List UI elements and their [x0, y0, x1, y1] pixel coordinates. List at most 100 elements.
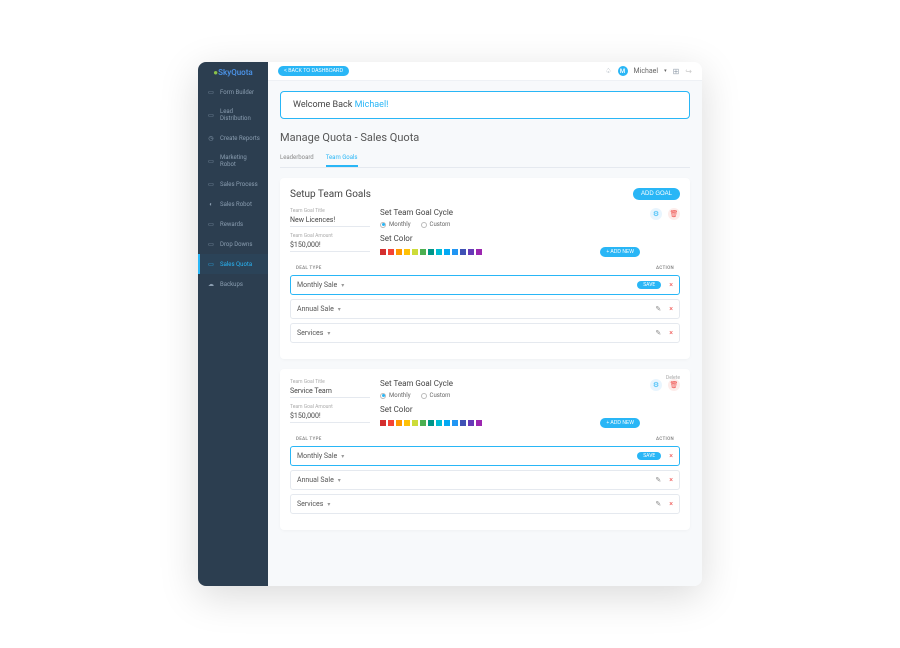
card-title: Setup Team Goals: [290, 189, 371, 200]
topbar-right: ♤ M Michael ▾ ⊞ ↪: [605, 66, 692, 76]
add-new-button[interactable]: + ADD NEW: [600, 418, 640, 428]
field-label: Team Goal Amount: [290, 233, 370, 239]
color-swatch[interactable]: [468, 249, 474, 255]
goal-amount-input[interactable]: $150,000!: [290, 241, 370, 252]
sidebar-item-label: Rewards: [220, 221, 243, 228]
user-name[interactable]: Michael: [634, 67, 659, 75]
color-swatch[interactable]: [452, 420, 458, 426]
deal-row[interactable]: Annual Sale▾ ✎ ×: [290, 470, 680, 490]
color-swatch[interactable]: [396, 249, 402, 255]
delete-link[interactable]: Delete: [666, 375, 680, 381]
deal-row[interactable]: Monthly Sale▾ SAVE ×: [290, 275, 680, 295]
sidebar-item-sales-quota[interactable]: ▭ Sales Quota: [198, 254, 268, 274]
save-button[interactable]: SAVE: [637, 281, 661, 289]
sidebar-item-backups[interactable]: ☁ Backups: [198, 274, 268, 294]
sidebar-item-drop-downs[interactable]: ▭ Drop Downs: [198, 234, 268, 254]
tab-leaderboard[interactable]: Leaderboard: [280, 154, 314, 167]
trash-icon[interactable]: 🗑: [668, 208, 680, 220]
quota-icon: ▭: [207, 260, 215, 268]
gear-icon[interactable]: ⚙: [650, 208, 662, 220]
color-swatch[interactable]: [404, 420, 410, 426]
color-swatch[interactable]: [428, 420, 434, 426]
color-swatch[interactable]: [420, 420, 426, 426]
color-swatch[interactable]: [476, 420, 482, 426]
close-icon[interactable]: ×: [669, 476, 673, 484]
color-swatch[interactable]: [428, 249, 434, 255]
close-icon[interactable]: ×: [669, 500, 673, 508]
add-new-button[interactable]: + ADD NEW: [600, 247, 640, 257]
edit-icon[interactable]: ✎: [655, 476, 661, 484]
goal-title-input[interactable]: New Licences!: [290, 216, 370, 227]
color-swatch[interactable]: [380, 249, 386, 255]
avatar[interactable]: M: [618, 66, 628, 76]
add-goal-button[interactable]: ADD GOAL: [633, 188, 680, 200]
deal-row[interactable]: Monthly Sale▾ SAVE ×: [290, 446, 680, 466]
deal-row[interactable]: Services▾ ✎ ×: [290, 323, 680, 343]
color-swatch[interactable]: [396, 420, 402, 426]
sidebar-item-lead-distribution[interactable]: ▭ Lead Distribution: [198, 102, 268, 128]
color-swatch[interactable]: [436, 249, 442, 255]
edit-icon[interactable]: ✎: [655, 305, 661, 313]
radio-monthly[interactable]: Monthly: [380, 392, 411, 399]
color-swatch[interactable]: [412, 249, 418, 255]
edit-icon[interactable]: ✎: [655, 329, 661, 337]
close-icon[interactable]: ×: [669, 329, 673, 337]
sidebar-item-rewards[interactable]: ▭ Rewards: [198, 214, 268, 234]
color-swatch[interactable]: [476, 249, 482, 255]
sidebar-item-label: Lead Distribution: [220, 108, 261, 122]
page-title: Manage Quota - Sales Quota: [280, 131, 690, 144]
close-icon[interactable]: ×: [669, 281, 673, 289]
field-label: Team Goal Amount: [290, 404, 370, 410]
radio-monthly[interactable]: Monthly: [380, 221, 411, 228]
color-swatch[interactable]: [388, 249, 394, 255]
deal-row[interactable]: Annual Sale▾ ✎ ×: [290, 299, 680, 319]
color-swatch[interactable]: [380, 420, 386, 426]
tab-team-goals[interactable]: Team Goals: [326, 154, 358, 167]
chevron-down-icon[interactable]: ▾: [664, 68, 667, 74]
chevron-down-icon: ▾: [327, 501, 330, 508]
sidebar-item-create-reports[interactable]: ◷ Create Reports: [198, 128, 268, 148]
back-to-dashboard-button[interactable]: < BACK TO DASHBOARD: [278, 66, 349, 76]
sidebar-item-marketing-robot[interactable]: ▭ Marketing Robot: [198, 148, 268, 174]
apps-icon[interactable]: ⊞: [673, 67, 680, 76]
radio-custom[interactable]: Custom: [421, 221, 451, 228]
brand-logo[interactable]: ●SkyQuota: [198, 62, 268, 82]
color-swatch[interactable]: [436, 420, 442, 426]
color-swatch[interactable]: [452, 249, 458, 255]
robot-icon: ◐: [207, 200, 215, 208]
color-swatch[interactable]: [460, 420, 466, 426]
radio-icon: [380, 393, 386, 399]
close-icon[interactable]: ×: [669, 305, 673, 313]
radio-custom[interactable]: Custom: [421, 392, 451, 399]
logout-icon[interactable]: ↪: [685, 67, 692, 76]
chevron-down-icon: ▾: [338, 477, 341, 484]
radio-icon: [421, 222, 427, 228]
goal-amount-input[interactable]: $150,000!: [290, 412, 370, 423]
bell-icon[interactable]: ♤: [605, 67, 611, 75]
sidebar-item-form-builder[interactable]: ▭ Form Builder: [198, 82, 268, 102]
color-swatch[interactable]: [444, 249, 450, 255]
radio-icon: [421, 393, 427, 399]
color-swatch[interactable]: [444, 420, 450, 426]
form-icon: ▭: [207, 88, 215, 96]
edit-icon[interactable]: ✎: [655, 500, 661, 508]
color-swatch[interactable]: [404, 249, 410, 255]
color-swatch[interactable]: [460, 249, 466, 255]
close-icon[interactable]: ×: [669, 452, 673, 460]
sidebar-item-label: Sales Quota: [220, 261, 252, 268]
color-swatch[interactable]: [468, 420, 474, 426]
chevron-down-icon: ▾: [327, 330, 330, 337]
sidebar-item-sales-process[interactable]: ▭ Sales Process: [198, 174, 268, 194]
color-swatch[interactable]: [412, 420, 418, 426]
sidebar-item-label: Sales Robot: [220, 201, 252, 208]
sidebar-item-sales-robot[interactable]: ◐ Sales Robot: [198, 194, 268, 214]
trophy-icon: ▭: [207, 220, 215, 228]
lead-icon: ▭: [207, 111, 215, 119]
color-swatch[interactable]: [388, 420, 394, 426]
col-action: ACTION: [656, 266, 674, 271]
deal-row[interactable]: Services▾ ✎ ×: [290, 494, 680, 514]
gear-icon[interactable]: ⚙: [650, 379, 662, 391]
save-button[interactable]: SAVE: [637, 452, 661, 460]
color-swatch[interactable]: [420, 249, 426, 255]
goal-title-input[interactable]: Service Team: [290, 387, 370, 398]
